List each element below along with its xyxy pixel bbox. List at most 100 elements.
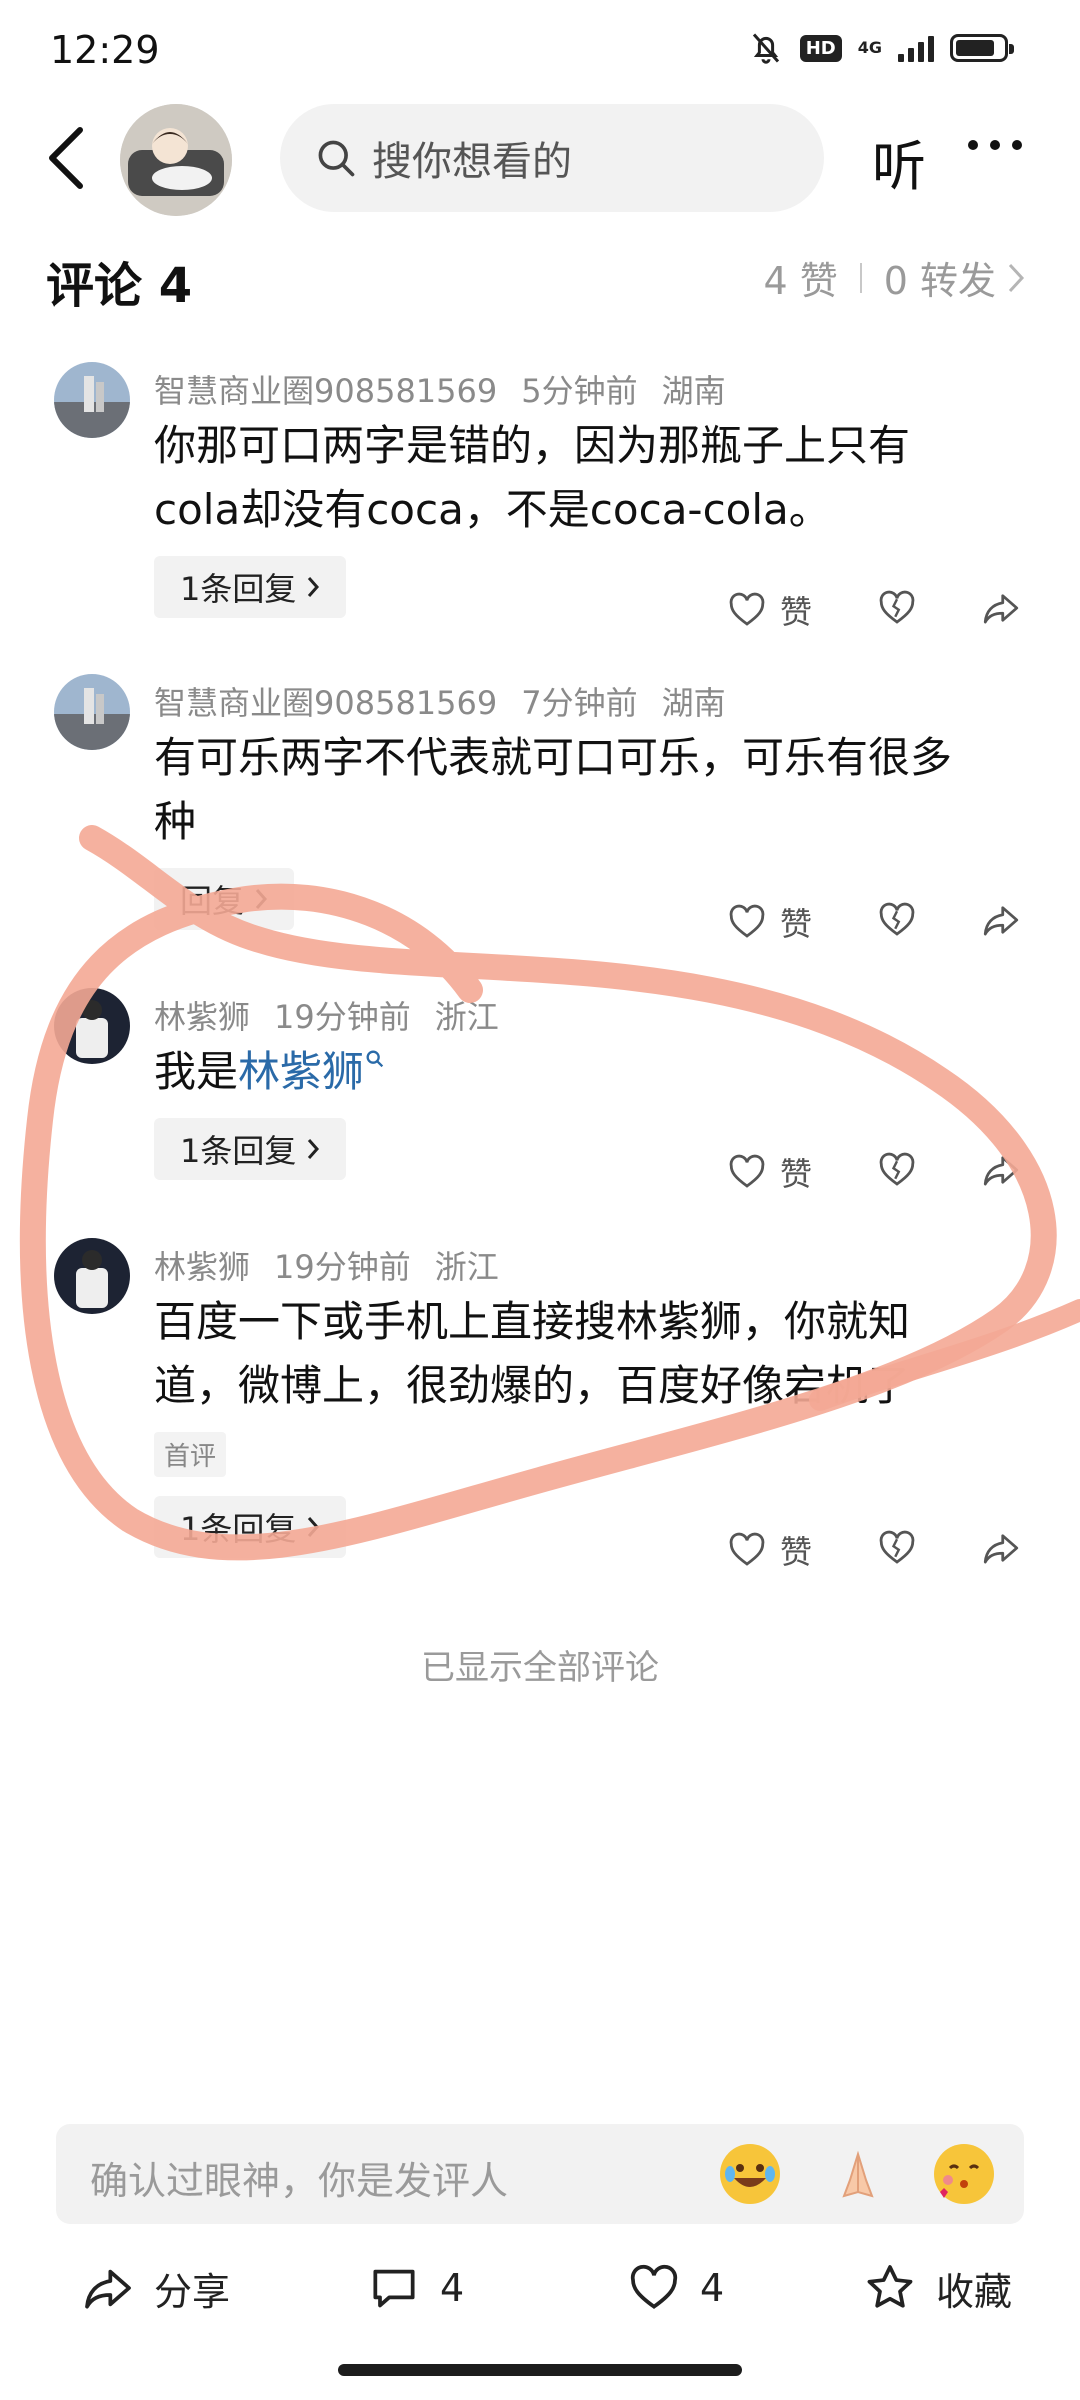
like-label: 赞 xyxy=(780,593,813,631)
dislike-icon xyxy=(879,902,915,936)
favorite-button[interactable]: 收藏 xyxy=(862,2260,1012,2316)
share-icon xyxy=(85,2269,131,2309)
comment-text: 百度一下或手机上直接搜林紫狮，你就知 道，微博上，很劲爆的，百度好像宕机了 xyxy=(154,1290,1014,1418)
share-icon xyxy=(983,594,1019,624)
comment-username[interactable]: 智慧商业圈908581569 xyxy=(154,684,497,722)
first-comment-badge: 首评 xyxy=(154,1432,227,1477)
chevron-right-icon xyxy=(1008,263,1025,292)
comment-count: 4 xyxy=(440,2266,465,2310)
avatar-image xyxy=(54,674,130,750)
comment-avatar[interactable] xyxy=(54,674,130,750)
reposts-count: 0 转发 xyxy=(883,259,996,303)
comment-like-button[interactable]: 赞 xyxy=(726,587,812,633)
like-label: 赞 xyxy=(780,1155,813,1193)
search-box[interactable]: 搜你想看的 xyxy=(280,104,824,212)
comment-placeholder: 确认过眼神，你是发评人 xyxy=(90,2159,509,2203)
stats-divider xyxy=(859,262,862,293)
dislike-icon xyxy=(879,1152,915,1186)
comment-dislike-button[interactable] xyxy=(876,1527,918,1569)
search-icon xyxy=(366,1050,384,1068)
replies-button[interactable]: 1条回复 xyxy=(154,1118,347,1180)
comment-share-button[interactable] xyxy=(980,587,1022,629)
chevron-right-icon xyxy=(255,889,268,909)
search-link[interactable]: 林紫狮 xyxy=(238,1047,364,1096)
comment-line: 你那可口两字是错的，因为那瓶子上只有 xyxy=(154,421,911,470)
status-icons: HD 4G xyxy=(748,30,1014,66)
comment-avatar[interactable] xyxy=(54,362,130,438)
author-avatar[interactable] xyxy=(120,104,232,216)
comment-dislike-button[interactable] xyxy=(876,899,918,941)
comment-time: 19分钟前 xyxy=(274,1248,411,1286)
comment-text: 你那可口两字是错的，因为那瓶子上只有 cola却没有coca，不是coca-co… xyxy=(154,414,1014,542)
network-label: 4G xyxy=(857,38,882,57)
comment-username[interactable]: 林紫狮 xyxy=(154,998,250,1036)
comment-share-button[interactable] xyxy=(980,899,1022,941)
share-icon xyxy=(983,1534,1019,1564)
favorite-label: 收藏 xyxy=(936,2269,1013,2314)
comment-like-button[interactable]: 赞 xyxy=(726,1149,812,1195)
comment-time: 19分钟前 xyxy=(274,998,411,1036)
back-button[interactable] xyxy=(40,120,100,196)
post-stats[interactable]: 4 赞 0 转发 xyxy=(763,250,1026,305)
comment-like-button[interactable]: 赞 xyxy=(726,1527,812,1573)
comment-avatar[interactable] xyxy=(54,988,130,1064)
comment-location: 浙江 xyxy=(434,1248,499,1286)
replies-label: 1条回复 xyxy=(180,570,297,608)
listen-button[interactable]: 听 xyxy=(872,122,926,201)
hd-badge: HD xyxy=(799,34,842,62)
comment-share-button[interactable] xyxy=(980,1149,1022,1191)
replies-button[interactable]: 1条回复 xyxy=(154,556,347,618)
reply-button[interactable]: 回复 xyxy=(154,868,295,930)
comment-meta: 智慧商业圈908581569 7分钟前 湖南 xyxy=(154,678,726,724)
reply-label: 回复 xyxy=(180,882,245,920)
comment-button[interactable]: 4 xyxy=(366,2260,464,2316)
comment-dislike-button[interactable] xyxy=(876,1149,918,1191)
search-placeholder: 搜你想看的 xyxy=(372,139,572,185)
like-count: 4 xyxy=(700,2266,725,2310)
highlight-scribble xyxy=(19,825,1080,1561)
comment-username[interactable]: 智慧商业圈908581569 xyxy=(154,372,497,410)
comment-location: 湖南 xyxy=(661,372,726,410)
replies-label: 1条回复 xyxy=(180,1510,297,1548)
kiss-emoji-icon[interactable] xyxy=(934,2144,994,2204)
like-icon xyxy=(729,904,765,938)
like-label: 赞 xyxy=(780,1533,813,1571)
share-button[interactable]: 分享 xyxy=(80,2260,230,2316)
comments-title: 评论 4 xyxy=(46,258,193,314)
comment-line: 有可乐两字不代表就可口可乐，可乐有很多 xyxy=(154,733,953,782)
status-time: 12:29 xyxy=(50,28,160,72)
replies-button[interactable]: 1条回复 xyxy=(154,1496,347,1558)
avatar-image xyxy=(54,362,130,438)
replies-label: 1条回复 xyxy=(180,1132,297,1170)
comment-like-button[interactable]: 赞 xyxy=(726,899,812,945)
avatar-image xyxy=(120,104,232,216)
likes-count: 4 赞 xyxy=(763,259,838,303)
like-button[interactable]: 4 xyxy=(626,2260,724,2316)
share-icon xyxy=(983,1156,1019,1186)
share-label: 分享 xyxy=(154,2269,231,2314)
back-arrow-icon xyxy=(49,127,83,189)
comment-username[interactable]: 林紫狮 xyxy=(154,1248,250,1286)
like-icon xyxy=(630,2264,678,2309)
comment-line: 道，微博上，很劲爆的，百度好像宕机了 xyxy=(154,1361,911,1410)
laugh-emoji-icon[interactable] xyxy=(720,2144,780,2204)
comment-location: 浙江 xyxy=(434,998,499,1036)
dislike-icon xyxy=(879,1530,915,1564)
home-indicator[interactable] xyxy=(338,2364,742,2376)
comment-meta: 林紫狮 19分钟前 浙江 xyxy=(154,1242,499,1288)
comment-location: 湖南 xyxy=(661,684,726,722)
comment-avatar[interactable] xyxy=(54,1238,130,1314)
more-dots-icon[interactable] xyxy=(968,140,1022,150)
comment-text-prefix: 我是 xyxy=(154,1047,239,1096)
comment-input[interactable]: 确认过眼神，你是发评人 xyxy=(56,2124,1024,2224)
comment-dislike-button[interactable] xyxy=(876,587,918,629)
mute-bell-icon xyxy=(752,33,779,64)
chevron-right-icon xyxy=(308,1139,320,1159)
comment-text: 我是林紫狮 xyxy=(154,1040,1014,1104)
comment-share-button[interactable] xyxy=(980,1527,1022,1569)
chevron-right-icon xyxy=(308,1517,320,1537)
like-icon xyxy=(729,1532,765,1566)
star-icon xyxy=(867,2265,913,2308)
chevron-right-icon xyxy=(308,577,320,597)
pray-emoji-icon[interactable] xyxy=(828,2144,888,2204)
